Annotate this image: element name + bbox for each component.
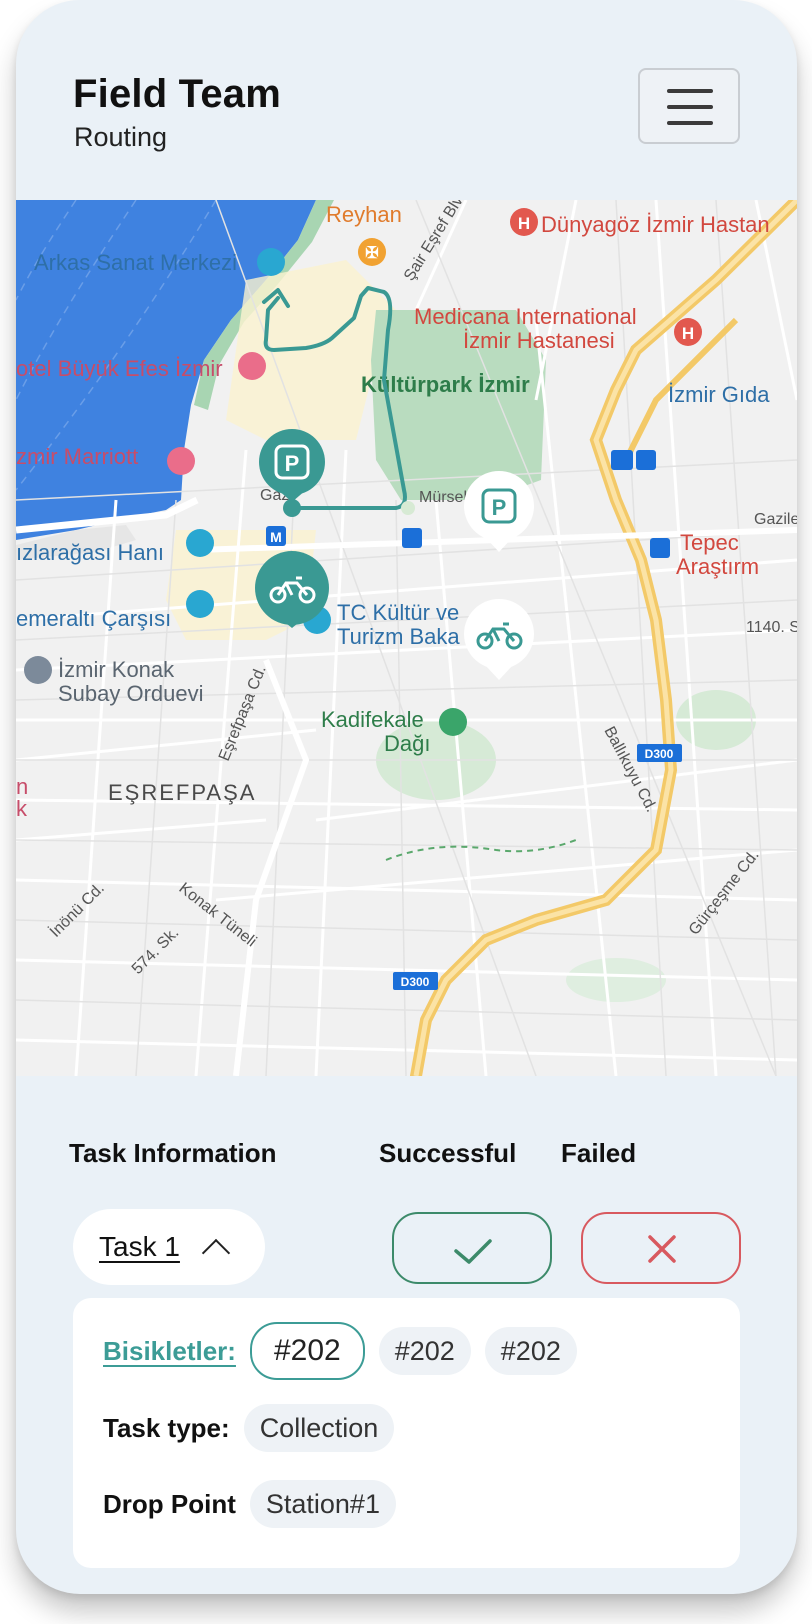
map-label: Subay Orduevi (58, 681, 204, 706)
bikes-link[interactable]: Bisikletler: (103, 1336, 236, 1367)
check-icon (454, 1239, 492, 1264)
chevron-up-icon (201, 1238, 231, 1268)
map-label: İzmir Gıda (668, 382, 770, 407)
menu-button[interactable] (638, 68, 740, 144)
bike-chip[interactable]: #202 (378, 1327, 471, 1375)
map-label: Kadifekale (321, 707, 424, 732)
district-label: EŞREFPAŞA (108, 780, 256, 805)
close-icon (648, 1235, 676, 1263)
menu-icon-bar (667, 105, 713, 109)
successful-label: Successful (379, 1138, 517, 1168)
task-type-label: Task type: (103, 1412, 230, 1443)
menu-icon (667, 89, 713, 93)
metro-label: M (270, 529, 282, 545)
page-subtitle: Routing (74, 122, 168, 152)
drop-point-value: Station#1 (249, 1480, 396, 1528)
svg-text:H: H (682, 324, 694, 343)
parking-icon-label: P (492, 495, 507, 520)
map-label: k (16, 796, 28, 821)
task-information-label: Task Information (69, 1138, 277, 1168)
task-type-row: Task type: Collection (103, 1404, 395, 1452)
map-label: İzmir Konak (58, 657, 175, 682)
task-type-value: Collection (243, 1404, 395, 1452)
task-select-dropdown[interactable]: Task 1 (73, 1209, 265, 1285)
street-label: 1140. S (746, 619, 797, 636)
street-label: Gazile (754, 511, 797, 528)
svg-text:✠: ✠ (365, 245, 378, 262)
map-label: İzmir Hastanesi (463, 328, 615, 353)
drop-point-label: Drop Point (103, 1488, 236, 1519)
mark-successful-button[interactable] (392, 1212, 552, 1284)
bike-chip[interactable]: #202 (484, 1327, 577, 1375)
road-shield-label-2: D300 (401, 975, 430, 989)
map-label: emeraltı Çarşısı (16, 606, 171, 631)
street-label: Mürsel (419, 489, 467, 506)
menu-icon-bar (667, 121, 713, 125)
map-label: Dağı (384, 731, 430, 756)
failed-label: Failed (561, 1138, 637, 1168)
map-label: Turizm Baka (337, 624, 460, 649)
map-label: zmir Marriott (16, 444, 138, 469)
svg-text:H: H (518, 214, 530, 233)
map-label: Araştırm (676, 554, 759, 579)
bikes-row: Bisikletler: #202 #202 #202 (103, 1322, 577, 1380)
parking-icon-label: P (285, 451, 300, 476)
map-label: TC Kültür ve (337, 600, 459, 625)
map-label: Arkas Sanat Merkezi (34, 250, 237, 275)
mark-failed-button[interactable] (581, 1212, 741, 1284)
page-title: Field Team (73, 72, 281, 116)
phone-frame: Field Team Routing H H ✠ M D300 D300 Rey… (16, 0, 797, 1594)
map-label: Medicana International (414, 304, 637, 329)
route-waypoint (401, 501, 415, 515)
task-select-label: Task 1 (99, 1231, 180, 1262)
map-label: ızlarağası Hanı (16, 540, 164, 565)
map-view[interactable]: H H ✠ M D300 D300 Reyhan Dünyagöz İzmir … (16, 200, 797, 1076)
map-label: Dünyagöz İzmir Hastan (541, 212, 770, 237)
map-label: Reyhan (326, 202, 402, 227)
task-detail-card: Bisikletler: #202 #202 #202 Task type: C… (73, 1298, 740, 1568)
road-shield-label: D300 (645, 747, 674, 761)
bike-chip-selected[interactable]: #202 (249, 1322, 365, 1380)
drop-point-row: Drop Point Station#1 (103, 1480, 396, 1528)
map-label: Tepec (680, 530, 739, 555)
map-label: otel Büyük Efes İzmir (16, 356, 223, 381)
